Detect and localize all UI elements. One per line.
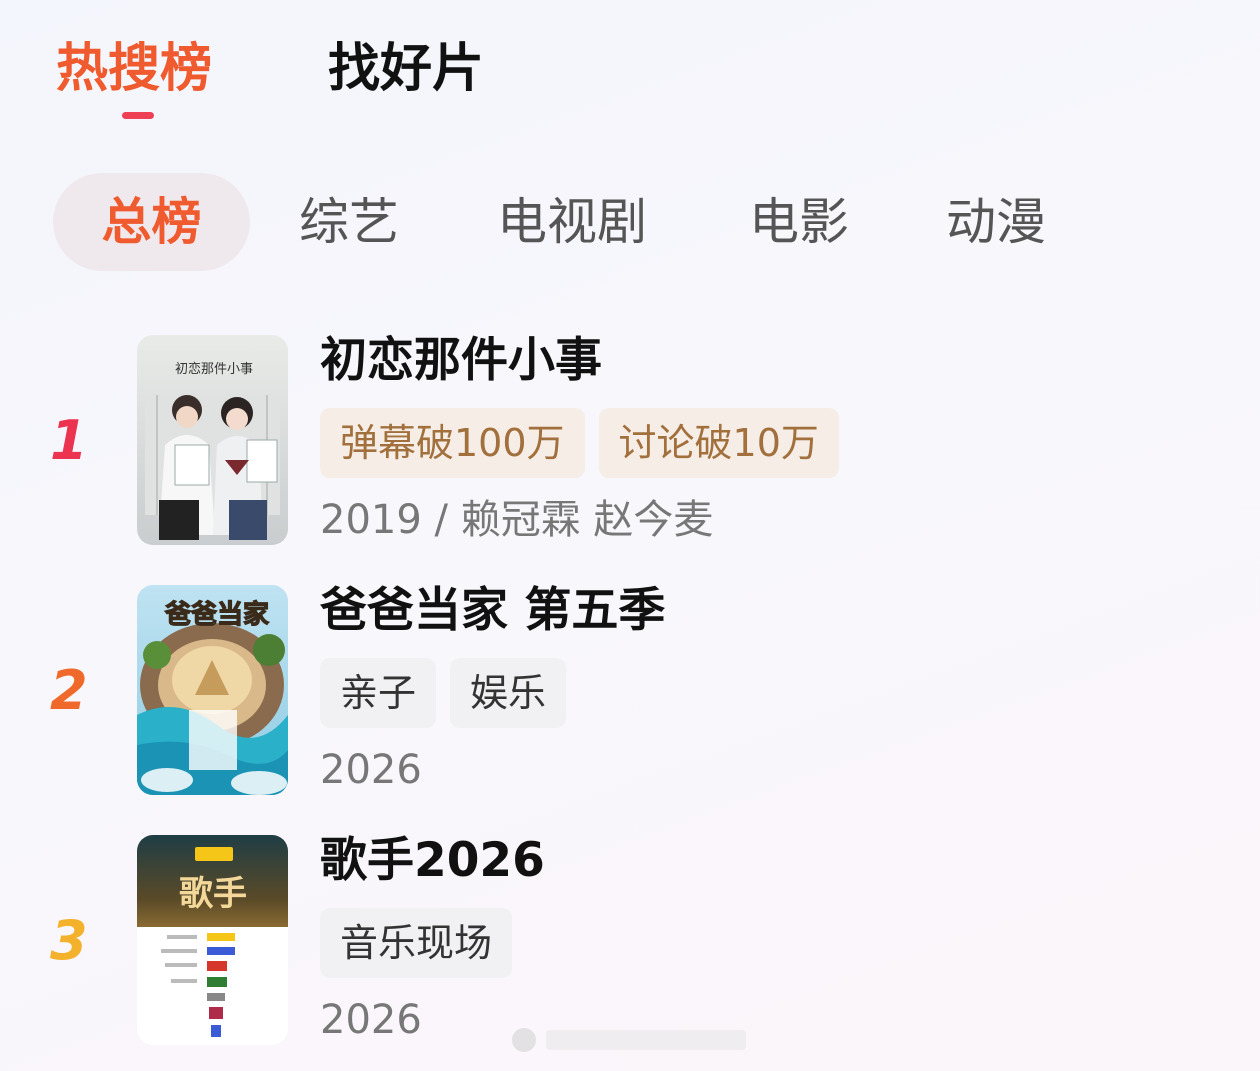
item-meta: 2026	[320, 997, 422, 1043]
rank-number: 3	[50, 909, 88, 972]
tag-badge: 娱乐	[450, 658, 567, 728]
tab-hot-search[interactable]: 热搜榜	[56, 34, 212, 104]
poster-title-text: 爸爸当家	[164, 599, 269, 630]
ranking-item[interactable]: 2 爸爸当家 爸爸当家 第五季 亲子 娱乐 2026	[0, 585, 1260, 800]
poster-title-text: 歌手	[179, 874, 247, 914]
category-tab-anime[interactable]: 动漫	[946, 173, 1046, 271]
tag-badge: 亲子	[320, 658, 437, 728]
tag-list: 音乐现场	[320, 908, 526, 978]
poster-image[interactable]: 爸爸当家	[137, 585, 288, 795]
category-tab-bar: 总榜 综艺 电视剧 电影 动漫	[53, 173, 1153, 271]
tag-badge: 讨论破10万	[598, 408, 839, 478]
rank-number: 2	[50, 659, 88, 722]
tab-find-films[interactable]: 找好片	[328, 34, 484, 104]
rank-number: 1	[50, 409, 88, 472]
watermark	[512, 1028, 746, 1052]
tag-list: 弹幕破100万 讨论破10万	[320, 408, 853, 478]
item-title[interactable]: 初恋那件小事	[320, 335, 602, 387]
item-title[interactable]: 歌手2026	[320, 835, 545, 887]
poster-title-text: 初恋那件小事	[175, 361, 253, 377]
poster-image[interactable]: 初恋那件小事	[137, 335, 288, 545]
tag-list: 亲子 娱乐	[320, 658, 580, 728]
category-tab-tv-series[interactable]: 电视剧	[497, 173, 647, 271]
item-title[interactable]: 爸爸当家 第五季	[320, 585, 665, 637]
category-tab-movie[interactable]: 电影	[749, 173, 849, 271]
item-meta: 2026	[320, 747, 422, 793]
category-tab-overall[interactable]: 总榜	[53, 173, 250, 271]
tag-badge: 音乐现场	[320, 908, 513, 978]
category-tab-variety[interactable]: 综艺	[299, 173, 399, 271]
item-meta: 2019 / 赖冠霖 赵今麦	[320, 497, 714, 543]
ranking-item[interactable]: 3 歌手 歌手2026 音乐现场 2026	[0, 835, 1260, 1050]
poster-image[interactable]: 歌手	[137, 835, 288, 1045]
tag-badge: 弹幕破100万	[320, 408, 585, 478]
active-tab-indicator	[122, 112, 154, 119]
ranking-item[interactable]: 1 初恋那件小事 初恋那件小事 弹幕破100万 讨论破10万 2019 / 赖冠…	[0, 335, 1260, 550]
